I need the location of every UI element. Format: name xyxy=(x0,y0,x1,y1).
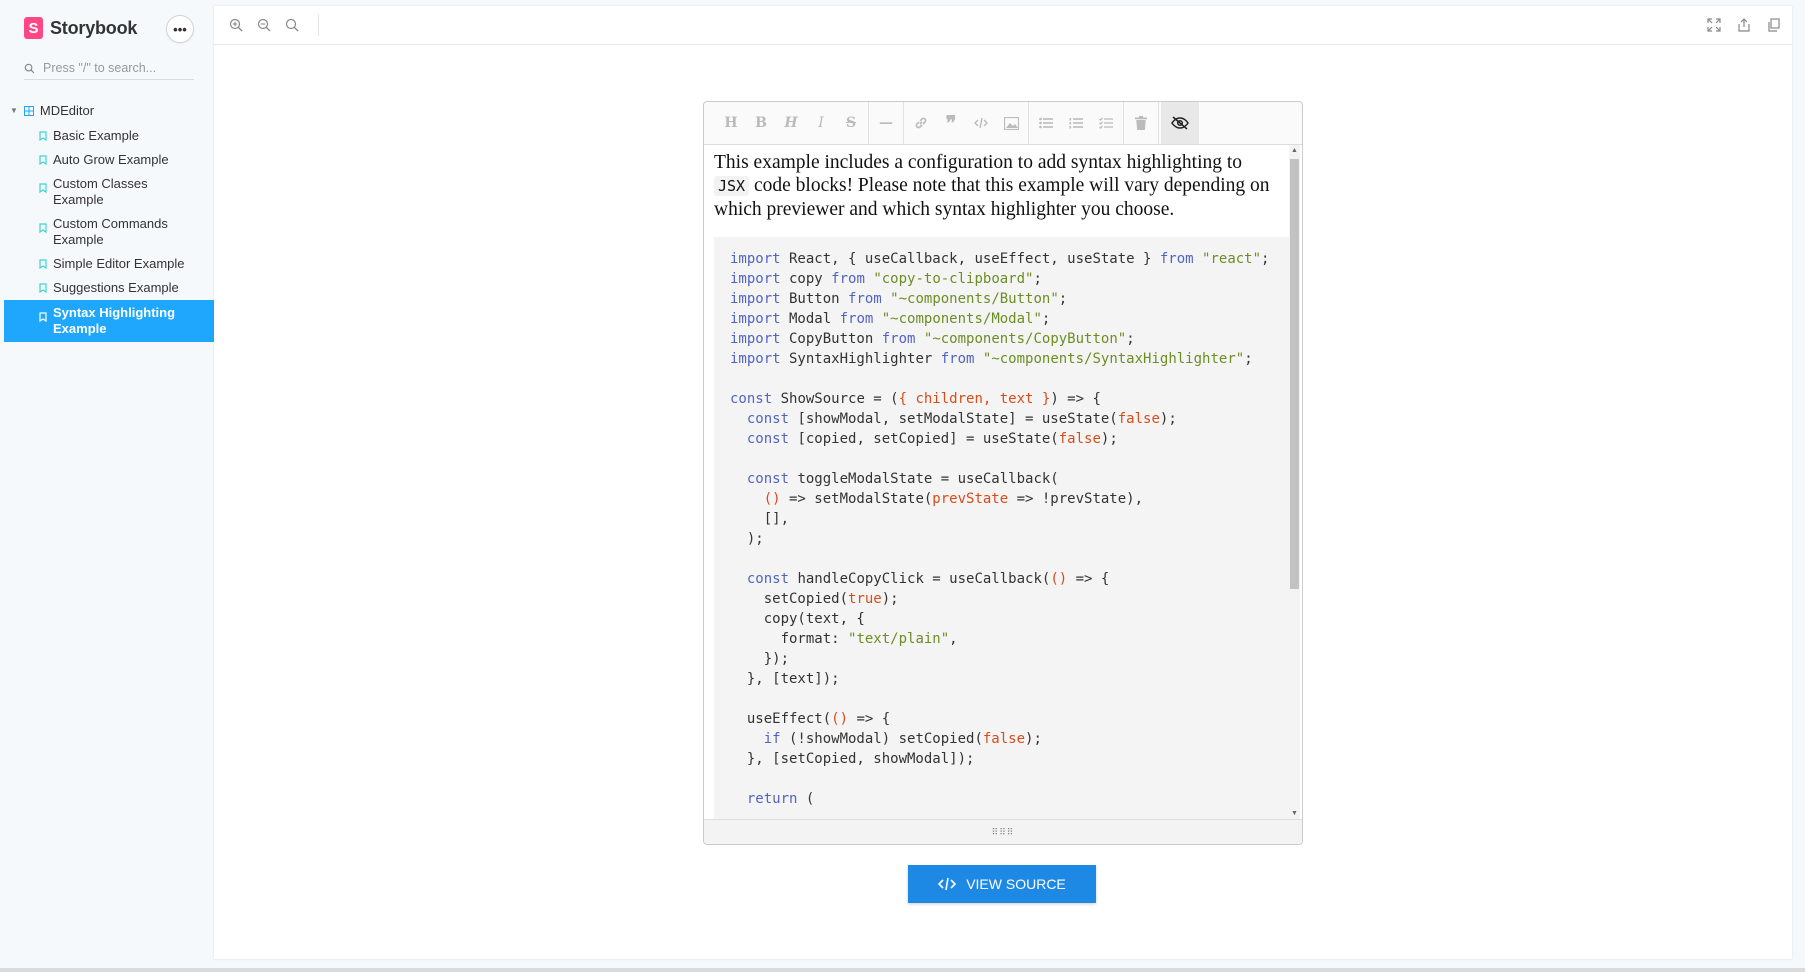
heading-icon[interactable]: H xyxy=(716,108,746,138)
horizontal-rule-icon[interactable]: — xyxy=(871,108,901,138)
tree-root-mdeditor[interactable]: ▼ MDEditor xyxy=(10,103,94,118)
code-line: import CopyButton from "~components/Copy… xyxy=(730,331,1135,347)
markdown-preview: This example includes a configuration to… xyxy=(704,145,1290,819)
sidebar-item-label: Syntax Highlighting Example xyxy=(53,305,176,336)
ordered-list-icon[interactable] xyxy=(1061,108,1091,138)
link-icon[interactable] xyxy=(906,108,936,138)
bookmark-icon xyxy=(39,223,47,233)
sidebar-item-label: Basic Example xyxy=(53,128,139,143)
editor-toolbar: H B H I S — ❞ xyxy=(704,102,1302,145)
code-line: format: "text/plain", xyxy=(730,631,958,647)
share-icon[interactable] xyxy=(1736,17,1752,33)
grip-icon: ⠿⠿⠿ xyxy=(991,826,1015,837)
sidebar-item-auto-grow-example[interactable]: Auto Grow Example xyxy=(4,148,214,172)
code-line: }, [setCopied, showModal]); xyxy=(730,751,975,767)
sidebar: S Storybook ••• ▼ MDEditor Basic Example… xyxy=(0,0,214,972)
fullscreen-icon[interactable] xyxy=(1706,17,1722,33)
sidebar-item-label: Suggestions Example xyxy=(53,280,179,295)
tree-root-label: MDEditor xyxy=(39,103,95,118)
bookmark-icon xyxy=(39,155,47,165)
search-input[interactable] xyxy=(43,61,183,75)
code-line: const handleCopyClick = useCallback(() =… xyxy=(746,571,1110,587)
code-line: useEffect(() => { xyxy=(730,711,891,727)
sidebar-item-label: Custom Commands Example xyxy=(53,216,168,247)
quote-icon[interactable]: ❞ xyxy=(936,108,966,138)
sidebar-item-simple-editor-example[interactable]: Simple Editor Example xyxy=(4,252,214,276)
story-list: Basic Example Auto Grow Example Custom C… xyxy=(4,124,214,342)
code-line: ); xyxy=(730,531,764,547)
image-icon[interactable] xyxy=(996,108,1026,138)
strikethrough-icon[interactable]: S xyxy=(836,108,866,138)
toolbar-divider xyxy=(318,14,319,36)
code-line: import SyntaxHighlighter from "~componen… xyxy=(730,351,1253,367)
code-line: }); xyxy=(730,651,790,667)
sidebar-item-syntax-highlighting-example[interactable]: Syntax Highlighting Example xyxy=(4,300,214,342)
trash-icon[interactable] xyxy=(1126,108,1156,138)
code-line: return ( xyxy=(746,791,815,807)
bookmark-icon xyxy=(39,131,47,141)
resize-handle[interactable]: ⠿⠿⠿ xyxy=(704,819,1302,844)
unordered-list-icon[interactable] xyxy=(1031,108,1061,138)
sidebar-item-custom-commands-example[interactable]: Custom Commands Example xyxy=(4,212,214,252)
sidebar-menu-button[interactable]: ••• xyxy=(166,15,194,43)
scrollbar-thumb[interactable] xyxy=(1290,159,1299,589)
code-line: const ShowSource = ({ children, text }) … xyxy=(730,391,1101,407)
code-line: const [showModal, setModalState] = useSt… xyxy=(746,411,1177,427)
zoom-reset-icon[interactable] xyxy=(284,17,300,33)
code-line: [], xyxy=(730,511,790,527)
brand[interactable]: S Storybook xyxy=(24,17,137,39)
bookmark-icon xyxy=(39,183,47,193)
zoom-in-icon[interactable] xyxy=(228,17,244,33)
canvas-toolbar xyxy=(214,6,1792,45)
search-box[interactable] xyxy=(24,57,194,80)
sidebar-item-custom-classes-example[interactable]: Custom Classes Example xyxy=(4,172,214,212)
bold-icon[interactable]: B xyxy=(746,108,776,138)
copy-link-icon[interactable] xyxy=(1766,17,1782,33)
code-line: import React, { useCallback, useEffect, … xyxy=(730,251,1270,267)
search-icon xyxy=(24,63,35,73)
component-icon xyxy=(23,105,34,116)
window-frame xyxy=(0,968,1805,972)
inline-code: JSX xyxy=(714,176,750,196)
code-line: const toggleModalState = useCallback( xyxy=(746,471,1059,487)
code-line: import copy from "copy-to-clipboard"; xyxy=(730,271,1042,287)
toggle-preview-eye-slash-icon[interactable] xyxy=(1161,102,1199,144)
code-line: copy(text, { xyxy=(730,611,865,627)
storybook-logo-icon: S xyxy=(24,17,43,39)
brand-name: Storybook xyxy=(50,17,138,38)
sidebar-item-label: Custom Classes Example xyxy=(53,176,148,207)
markdown-editor: H B H I S — ❞ This example includes a co… xyxy=(703,101,1303,845)
code-line: if (!showModal) setCopied(false); xyxy=(763,731,1042,747)
checklist-icon[interactable] xyxy=(1091,108,1121,138)
code-line: setCopied(true); xyxy=(730,591,899,607)
preview-scrollbar[interactable]: ▲ ▼ xyxy=(1289,145,1300,819)
code-icon[interactable] xyxy=(966,108,996,138)
scroll-down-icon[interactable]: ▼ xyxy=(1291,810,1298,817)
scroll-up-icon[interactable]: ▲ xyxy=(1291,147,1298,154)
bookmark-icon xyxy=(39,283,47,293)
italic-icon[interactable]: I xyxy=(806,108,836,138)
sidebar-item-label: Auto Grow Example xyxy=(53,152,169,167)
bookmark-icon xyxy=(39,312,47,322)
code-line: }, [text]); xyxy=(730,671,840,687)
code-line: () => setModalState(prevState => !prevSt… xyxy=(763,491,1144,507)
code-line: import Modal from "~components/Modal"; xyxy=(730,311,1051,327)
ellipsis-icon: ••• xyxy=(173,21,187,37)
view-source-button[interactable]: VIEW SOURCE xyxy=(908,865,1096,903)
sidebar-item-label: Simple Editor Example xyxy=(53,256,185,271)
code-line: import Button from "~components/Button"; xyxy=(730,291,1068,307)
chevron-down-icon: ▼ xyxy=(10,106,18,115)
canvas-panel: H B H I S — ❞ This example includes a co… xyxy=(214,6,1792,959)
sidebar-item-suggestions-example[interactable]: Suggestions Example xyxy=(4,276,214,300)
view-source-label: VIEW SOURCE xyxy=(966,876,1066,892)
intro-paragraph: This example includes a configuration to… xyxy=(714,152,1270,220)
sidebar-item-basic-example[interactable]: Basic Example xyxy=(4,124,214,148)
code-icon xyxy=(938,877,957,891)
code-line: const [copied, setCopied] = useState(fal… xyxy=(746,431,1118,447)
heading-italic-icon[interactable]: H xyxy=(776,108,806,138)
bookmark-icon xyxy=(39,259,47,269)
code-block: import React, { useCallback, useEffect, … xyxy=(714,237,1290,819)
zoom-out-icon[interactable] xyxy=(256,17,272,33)
